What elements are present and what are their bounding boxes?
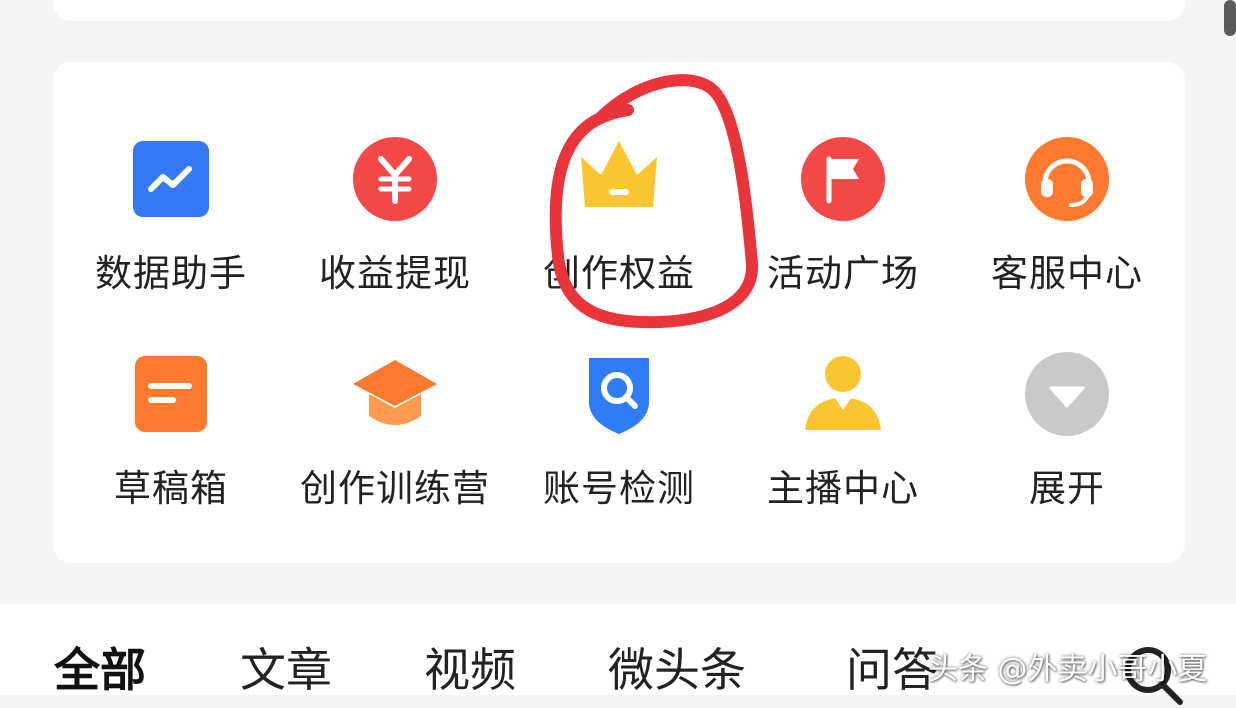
expand-down-icon [1025,352,1109,436]
top-card [53,0,1185,21]
tool-label: 账号检测 [543,467,695,510]
flag-icon [801,137,885,221]
tool-streamer-center[interactable]: 主播中心 [731,350,955,540]
tool-earnings-withdraw[interactable]: 收益提现 [283,135,507,325]
tool-label: 数据助手 [95,252,247,295]
tab-videos[interactable]: 视频 [424,634,516,700]
watermark: 头条 @外卖小哥小夏 [928,652,1208,687]
tab-all[interactable]: 全部 [54,634,146,700]
crown-icon [581,141,657,207]
tool-expand[interactable]: 展开 [955,350,1179,540]
content-tabs-bar: 全部 文章 视频 微头条 问答 头条 @外卖小哥小夏 [0,604,1236,705]
tool-account-check[interactable]: 账号检测 [507,350,731,540]
graduation-cap-icon [353,360,437,425]
headset-icon [1025,137,1109,221]
user-avatar-icon [805,356,881,430]
tool-label: 收益提现 [319,252,471,295]
tool-label: 草稿箱 [114,467,228,510]
yuan-coin-icon [353,137,437,221]
tool-customer-service[interactable]: 客服中心 [955,135,1179,325]
shield-search-icon [589,358,649,434]
tool-drafts[interactable]: 草稿箱 [59,350,283,540]
scrollbar[interactable] [1224,0,1236,36]
tab-micro-posts[interactable]: 微头条 [608,634,746,700]
tab-articles[interactable]: 文章 [240,634,332,700]
tool-label: 活动广场 [767,252,919,295]
creator-tools-panel: 数据助手 收益提现 创作权益 活动广场 客服中心 草稿箱 创作训练营 账号检测 … [53,62,1185,563]
tool-creator-benefits[interactable]: 创作权益 [507,135,731,325]
tool-label: 创作权益 [543,252,695,295]
tool-label: 创作训练营 [300,467,490,510]
draft-note-icon [135,356,207,432]
tool-creator-training-camp[interactable]: 创作训练营 [283,350,507,540]
tool-label: 展开 [1029,467,1105,510]
trend-chart-icon [133,141,209,217]
tool-label: 主播中心 [767,467,919,510]
tool-activity-plaza[interactable]: 活动广场 [731,135,955,325]
tool-label: 客服中心 [991,252,1143,295]
tool-data-assistant[interactable]: 数据助手 [59,135,283,325]
tab-qa[interactable]: 问答 [846,634,938,700]
